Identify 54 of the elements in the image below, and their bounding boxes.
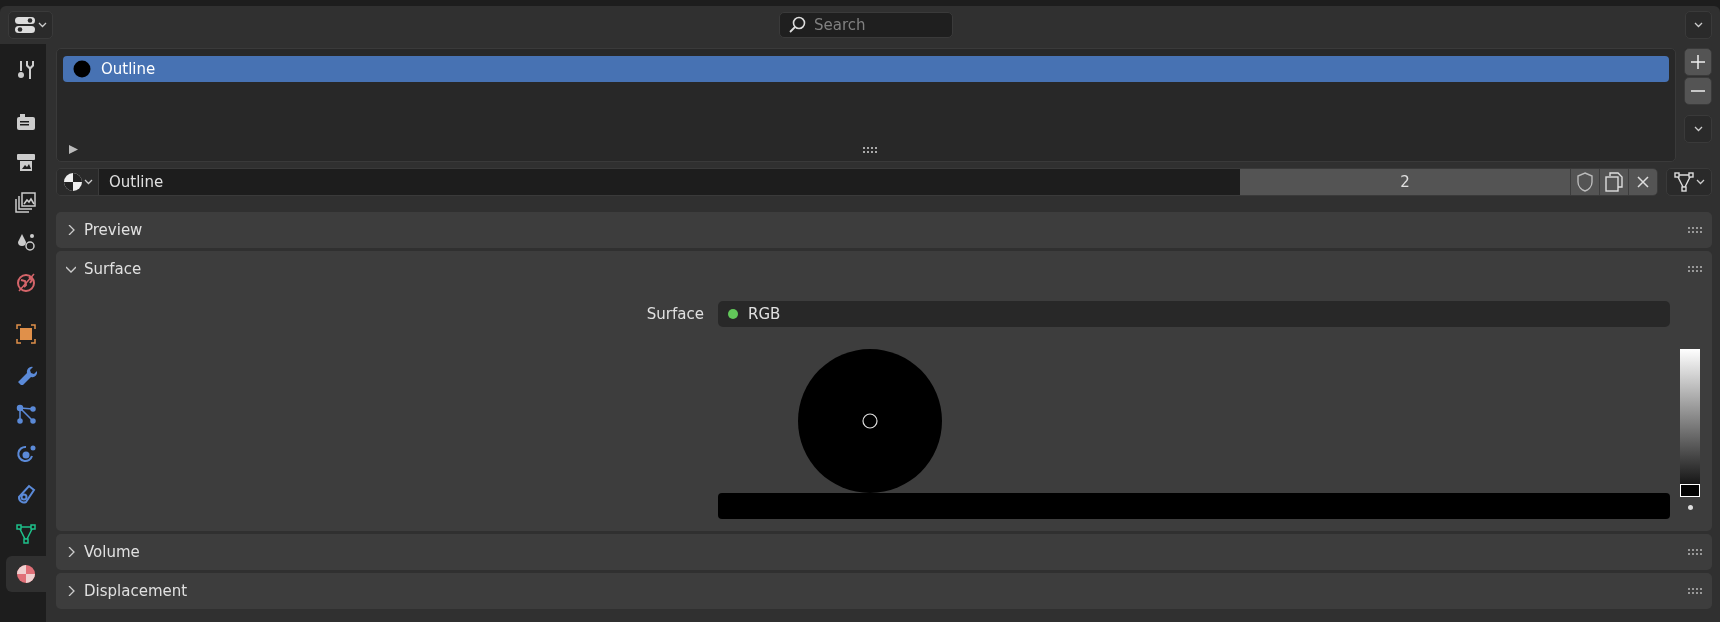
caret-icon bbox=[1696, 179, 1705, 185]
value-slider[interactable] bbox=[1680, 349, 1700, 497]
pin-button[interactable] bbox=[1666, 168, 1712, 196]
slot-name: Outline bbox=[101, 60, 156, 78]
plus-icon bbox=[1691, 55, 1705, 69]
chevron-right-icon bbox=[66, 586, 76, 596]
globe-icon bbox=[15, 271, 37, 293]
search-box[interactable]: Search bbox=[779, 12, 953, 38]
slider-handle[interactable] bbox=[1680, 484, 1700, 497]
printer-icon bbox=[15, 151, 37, 173]
properties-tab[interactable] bbox=[6, 556, 46, 592]
editor-type-button[interactable] bbox=[8, 11, 53, 39]
material-sphere-icon bbox=[15, 563, 37, 585]
link-icon bbox=[15, 483, 37, 505]
particles-icon bbox=[15, 403, 37, 425]
surface-shader-field[interactable]: RGB bbox=[718, 301, 1670, 327]
toggle-icon bbox=[14, 16, 36, 34]
caret-icon bbox=[1694, 22, 1703, 28]
resize-grip-icon[interactable] bbox=[862, 146, 879, 153]
drag-grip-icon[interactable] bbox=[1688, 549, 1702, 555]
material-slot[interactable]: Outline bbox=[63, 56, 1669, 82]
color-wheel[interactable] bbox=[798, 349, 942, 493]
chevron-right-icon bbox=[66, 547, 76, 557]
tools-icon bbox=[15, 59, 37, 81]
panel-header[interactable]: Surface bbox=[56, 251, 1712, 287]
vertices-icon bbox=[15, 523, 37, 545]
orbit-icon bbox=[15, 443, 37, 465]
options-button[interactable] bbox=[1685, 11, 1712, 39]
search-field[interactable]: Search bbox=[812, 15, 936, 35]
expand-triangle-icon[interactable] bbox=[69, 145, 78, 154]
object-icon bbox=[15, 323, 37, 345]
drops-icon bbox=[15, 231, 37, 253]
vertices-icon bbox=[1673, 171, 1695, 193]
material-ball-icon bbox=[73, 60, 91, 78]
search-icon bbox=[788, 16, 806, 34]
drag-grip-icon[interactable] bbox=[1688, 588, 1702, 594]
panel-header[interactable]: Volume bbox=[56, 534, 1712, 570]
socket-dot-icon bbox=[728, 309, 738, 319]
camera-icon bbox=[15, 111, 37, 133]
add-slot-button[interactable] bbox=[1684, 48, 1712, 76]
surface-label: Surface bbox=[645, 305, 704, 323]
minus-icon bbox=[1691, 90, 1705, 92]
chevron-right-icon bbox=[66, 225, 76, 235]
panel-header[interactable]: Preview bbox=[56, 212, 1712, 248]
panel-header[interactable]: Displacement bbox=[56, 573, 1712, 609]
drag-grip-icon[interactable] bbox=[1688, 227, 1702, 233]
remove-slot-button[interactable] bbox=[1684, 77, 1712, 105]
slot-menu-button[interactable] bbox=[1684, 115, 1712, 143]
chevron-down-icon bbox=[1693, 126, 1703, 132]
dot-icon bbox=[1687, 505, 1693, 510]
drag-grip-icon[interactable] bbox=[1688, 266, 1702, 272]
caret-icon bbox=[38, 22, 47, 28]
images-icon bbox=[15, 191, 37, 213]
chevron-down-icon bbox=[66, 264, 76, 274]
